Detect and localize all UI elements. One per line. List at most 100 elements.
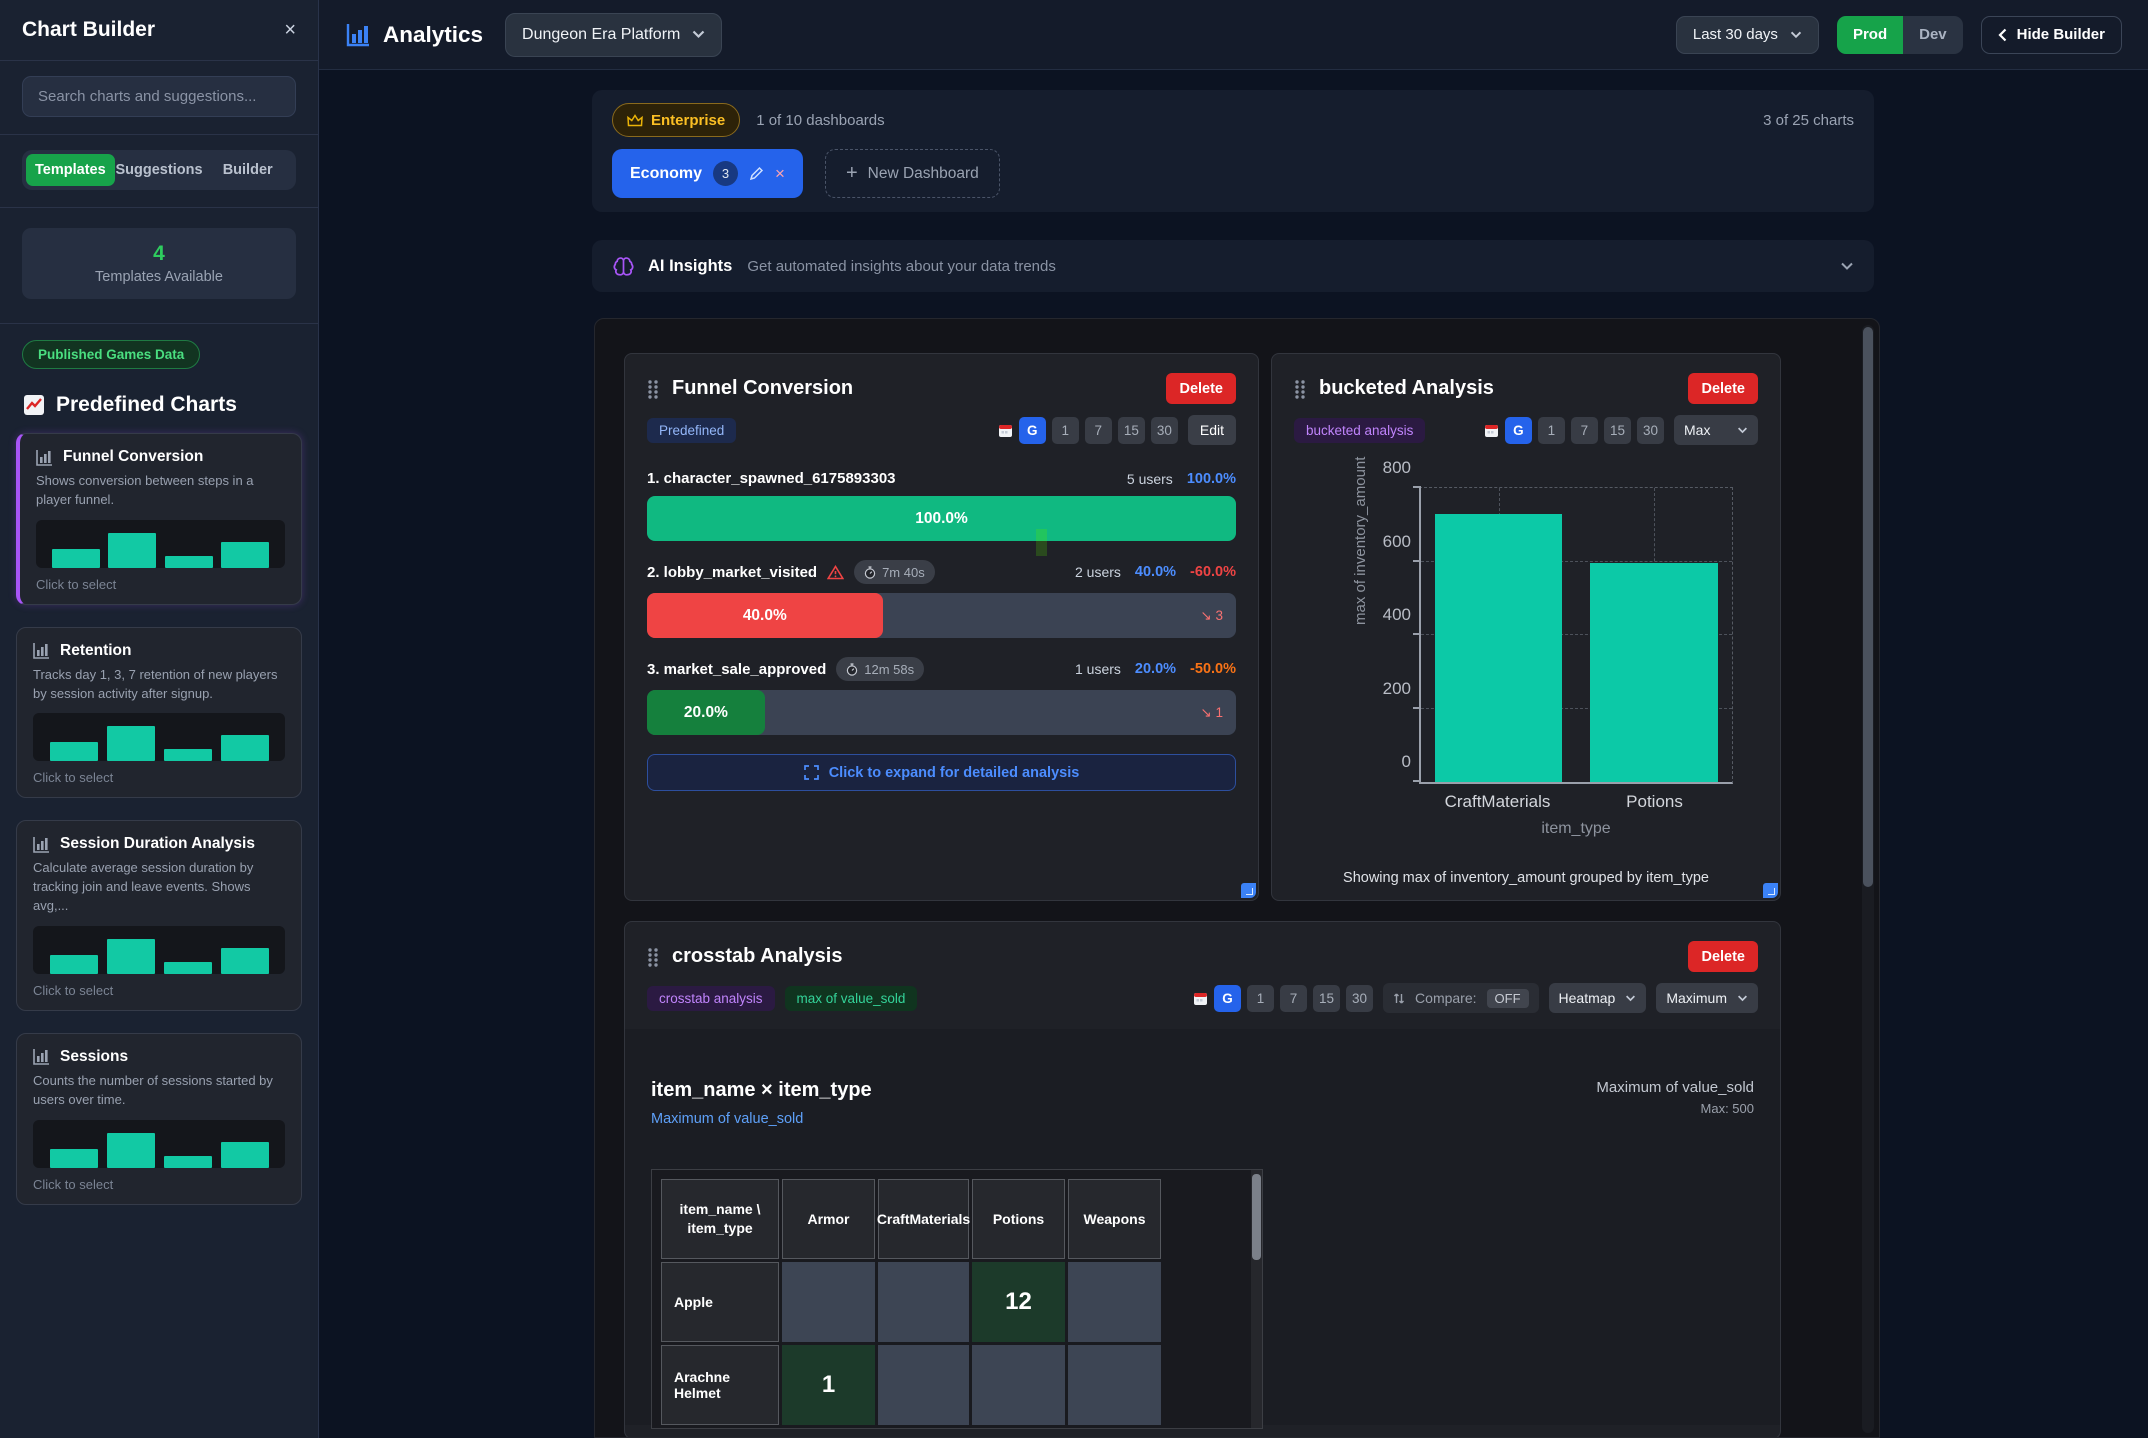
range-1-button[interactable]: 1 bbox=[1538, 417, 1565, 444]
duration-value: 12m 58s bbox=[864, 662, 914, 677]
granularity-g-button[interactable]: G bbox=[1214, 985, 1241, 1012]
resize-handle[interactable] bbox=[1241, 883, 1256, 898]
x-tick-label: CraftMaterials bbox=[1445, 792, 1551, 812]
chevron-down-icon[interactable] bbox=[1840, 262, 1854, 271]
templates-count-label: Templates Available bbox=[22, 269, 296, 285]
bar-chart-icon bbox=[33, 1048, 50, 1065]
range-7-button[interactable]: 7 bbox=[1085, 417, 1112, 444]
panel-scrollbar[interactable] bbox=[1862, 325, 1874, 1433]
bar-chart-icon bbox=[33, 642, 50, 659]
template-card-sessions[interactable]: Sessions Counts the number of sessions s… bbox=[16, 1033, 302, 1205]
dashboard-tab-close-icon[interactable]: × bbox=[775, 164, 785, 184]
main-content: Enterprise 1 of 10 dashboards 3 of 25 ch… bbox=[319, 70, 2148, 1438]
tab-suggestions[interactable]: Suggestions bbox=[115, 154, 204, 186]
new-dashboard-button[interactable]: + New Dashboard bbox=[825, 149, 1000, 198]
column-header: Armor bbox=[782, 1179, 875, 1259]
granularity-g-button[interactable]: G bbox=[1019, 417, 1046, 444]
charts-panel: Funnel Conversion Delete Predefined G 1 … bbox=[594, 318, 1880, 1438]
drag-handle-icon[interactable] bbox=[1294, 379, 1306, 399]
card-title: Funnel Conversion bbox=[672, 377, 853, 400]
range-30-button[interactable]: 30 bbox=[1151, 417, 1178, 444]
date-range-select[interactable]: Last 30 days bbox=[1676, 16, 1819, 54]
range-30-button[interactable]: 30 bbox=[1637, 417, 1664, 444]
range-15-button[interactable]: 15 bbox=[1118, 417, 1145, 444]
click-to-select-label: Click to select bbox=[33, 983, 285, 998]
funnel-step-drop: -60.0% bbox=[1190, 564, 1236, 580]
table-scrollbar[interactable] bbox=[1251, 1170, 1262, 1428]
ai-insights-title: AI Insights bbox=[648, 257, 732, 276]
legend-title: Maximum of value_sold bbox=[1596, 1079, 1754, 1096]
warning-icon bbox=[827, 565, 844, 580]
ai-insights-bar[interactable]: AI Insights Get automated insights about… bbox=[592, 240, 1874, 292]
click-to-select-label: Click to select bbox=[33, 1177, 285, 1192]
template-card-funnel-conversion[interactable]: Funnel Conversion Shows conversion betwe… bbox=[16, 433, 302, 605]
platform-select[interactable]: Dungeon Era Platform bbox=[505, 13, 722, 57]
search-input[interactable] bbox=[22, 76, 296, 117]
drag-handle-icon[interactable] bbox=[647, 947, 659, 967]
resize-handle[interactable] bbox=[1763, 883, 1778, 898]
range-1-button[interactable]: 1 bbox=[1247, 985, 1274, 1012]
range-30-button[interactable]: 30 bbox=[1346, 985, 1373, 1012]
empty-cell[interactable] bbox=[972, 1345, 1065, 1425]
view-mode-select[interactable]: Heatmap bbox=[1549, 983, 1647, 1013]
empty-cell[interactable] bbox=[878, 1262, 969, 1342]
aggregation-select[interactable]: Max bbox=[1674, 415, 1758, 445]
granularity-g-button[interactable]: G bbox=[1505, 417, 1532, 444]
dataset-badge: Published Games Data bbox=[22, 340, 200, 369]
panel-scrollbar-thumb[interactable] bbox=[1863, 327, 1873, 887]
analysis-type-badge: bucketed analysis bbox=[1294, 418, 1425, 443]
value-cell[interactable]: 1 bbox=[782, 1345, 875, 1425]
crown-icon bbox=[627, 114, 643, 127]
range-7-button[interactable]: 7 bbox=[1571, 417, 1598, 444]
tab-templates[interactable]: Templates bbox=[26, 154, 115, 186]
delete-button[interactable]: Delete bbox=[1688, 941, 1758, 972]
card-title: bucketed Analysis bbox=[1319, 377, 1494, 400]
empty-cell[interactable] bbox=[1068, 1345, 1161, 1425]
range-7-button[interactable]: 7 bbox=[1280, 985, 1307, 1012]
delete-button[interactable]: Delete bbox=[1688, 373, 1758, 404]
x-axis-ticks: CraftMaterialsPotions bbox=[1419, 784, 1733, 814]
expand-analysis-button[interactable]: Click to expand for detailed analysis bbox=[647, 754, 1236, 791]
pencil-icon[interactable] bbox=[749, 166, 764, 181]
value-cell[interactable]: 12 bbox=[972, 1262, 1065, 1342]
y-tick-label: 0 bbox=[1402, 752, 1411, 772]
range-1-button[interactable]: 1 bbox=[1052, 417, 1079, 444]
calendar-icon bbox=[998, 423, 1013, 438]
aggregation-select[interactable]: Maximum bbox=[1656, 983, 1758, 1013]
empty-cell[interactable] bbox=[1068, 1262, 1161, 1342]
row-header: Arachne Helmet bbox=[661, 1345, 779, 1425]
edit-button[interactable]: Edit bbox=[1188, 415, 1236, 445]
column-header: Potions bbox=[972, 1179, 1065, 1259]
funnel-step-name: 1. character_spawned_6175893303 bbox=[647, 470, 896, 487]
hide-builder-button[interactable]: Hide Builder bbox=[1981, 16, 2122, 54]
funnel-step-users: 2 users bbox=[1075, 564, 1121, 580]
bar-chart: max of inventory_amount 0200400600800 Cr… bbox=[1294, 475, 1758, 860]
template-card-session-duration[interactable]: Session Duration Analysis Calculate aver… bbox=[16, 820, 302, 1011]
empty-cell[interactable] bbox=[782, 1262, 875, 1342]
drag-handle-icon[interactable] bbox=[647, 379, 659, 399]
y-tick-label: 600 bbox=[1383, 532, 1411, 552]
bar-CraftMaterials bbox=[1435, 514, 1563, 782]
environment-toggle: Prod Dev bbox=[1837, 16, 1963, 54]
aggregation-select-value: Max bbox=[1684, 422, 1710, 438]
column-header: CraftMaterials bbox=[878, 1179, 969, 1259]
dashboard-tab-economy[interactable]: Economy 3 × bbox=[612, 149, 803, 198]
empty-cell[interactable] bbox=[878, 1345, 969, 1425]
range-15-button[interactable]: 15 bbox=[1604, 417, 1631, 444]
crosstab-table: item_name \ item_typeArmorCraftMaterials… bbox=[661, 1179, 1262, 1425]
env-dev-button[interactable]: Dev bbox=[1903, 16, 1963, 54]
chevron-down-icon bbox=[1790, 31, 1802, 39]
env-prod-button[interactable]: Prod bbox=[1837, 16, 1903, 54]
delete-button[interactable]: Delete bbox=[1166, 373, 1236, 404]
analytics-icon bbox=[345, 22, 371, 48]
template-card-retention[interactable]: Retention Tracks day 1, 3, 7 retention o… bbox=[16, 627, 302, 799]
page-title: Analytics bbox=[383, 22, 483, 48]
duration-value: 7m 40s bbox=[882, 565, 925, 580]
close-icon[interactable]: × bbox=[284, 20, 296, 40]
compare-toggle[interactable]: Compare: OFF bbox=[1383, 983, 1538, 1013]
tab-builder[interactable]: Builder bbox=[203, 154, 292, 186]
range-15-button[interactable]: 15 bbox=[1313, 985, 1340, 1012]
matrix-subtitle-link[interactable]: Maximum of value_sold bbox=[651, 1111, 872, 1127]
plan-badge: Enterprise bbox=[612, 103, 740, 137]
funnel-bar: 100.0% bbox=[647, 496, 1236, 541]
